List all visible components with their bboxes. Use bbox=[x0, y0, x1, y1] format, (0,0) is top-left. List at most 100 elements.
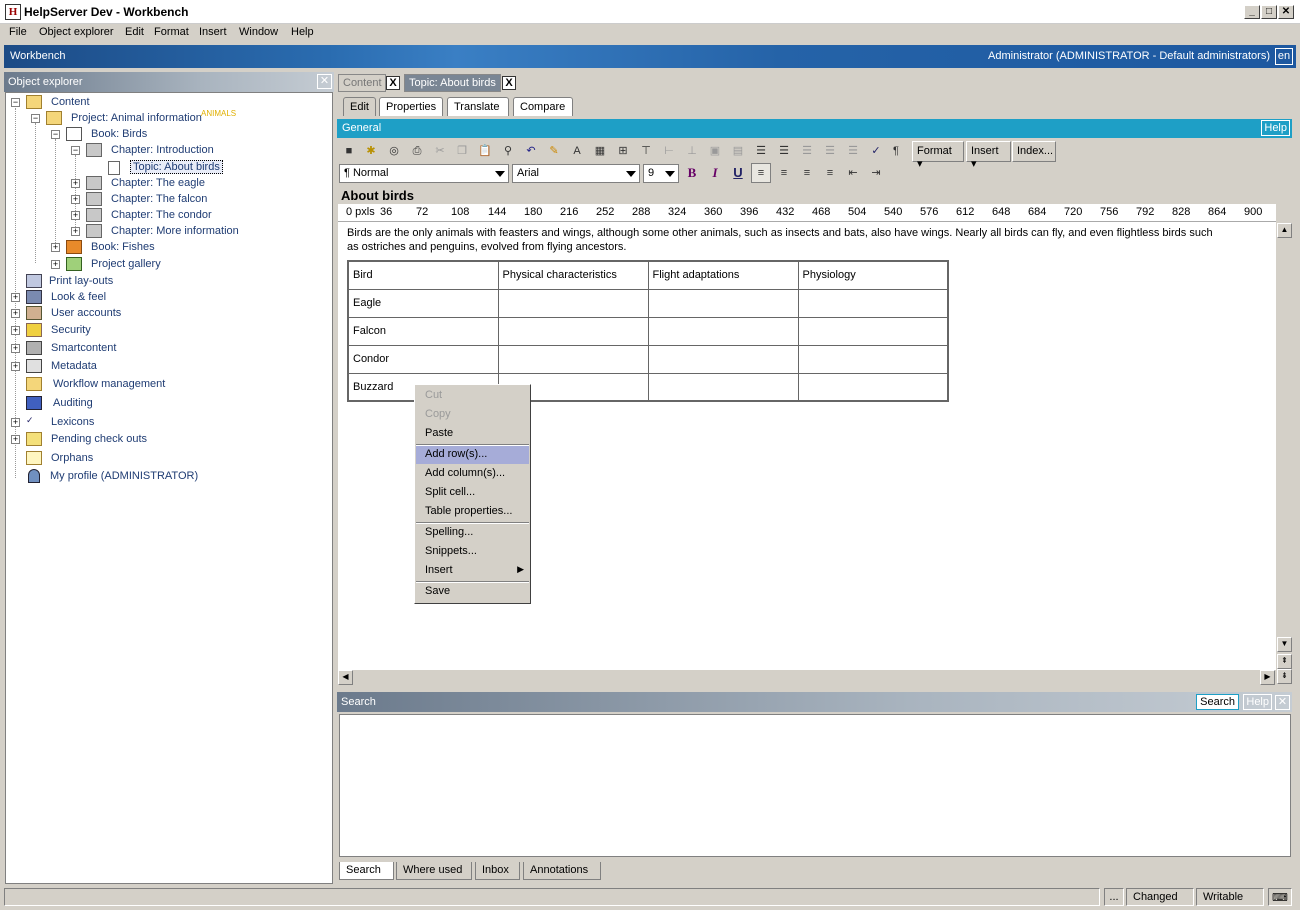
tree-item-topic-about-birds[interactable]: Topic: About birds bbox=[130, 160, 223, 174]
tree-item-chapter-condor[interactable]: Chapter: The condor bbox=[111, 209, 212, 221]
tab-properties[interactable]: Properties bbox=[379, 97, 443, 116]
paste-icon[interactable]: 📋 bbox=[475, 141, 495, 161]
font-size-select[interactable]: 9 bbox=[643, 164, 679, 183]
close-search-icon[interactable]: ✕ bbox=[1275, 695, 1290, 710]
tree-item-auditing[interactable]: Auditing bbox=[53, 397, 93, 409]
cell-props-icon[interactable]: ▣ bbox=[705, 141, 725, 161]
keyboard-icon[interactable]: ⌨ bbox=[1268, 888, 1292, 906]
maximize-button[interactable]: □ bbox=[1261, 5, 1277, 19]
delete-table-icon[interactable]: ▤ bbox=[728, 141, 748, 161]
expand-look-feel-icon[interactable]: + bbox=[11, 293, 20, 302]
close-window-button[interactable]: ✕ bbox=[1278, 5, 1294, 19]
table-cell[interactable] bbox=[797, 372, 949, 402]
table-cell[interactable]: Physiology bbox=[797, 260, 949, 290]
menu-item-copy[interactable]: Copy bbox=[416, 406, 529, 424]
expand-metadata-icon[interactable]: + bbox=[11, 362, 20, 371]
vertical-scrollbar[interactable]: ▲ ▼ ⇞ ⇟ bbox=[1277, 222, 1293, 685]
tab-annotations[interactable]: Annotations bbox=[523, 862, 601, 880]
scroll-page-down-icon[interactable]: ⇟ bbox=[1277, 669, 1292, 684]
menu-item-paste[interactable]: Paste bbox=[416, 425, 529, 443]
spellcheck-toolbar-icon[interactable]: ✓ bbox=[866, 141, 886, 161]
print-icon[interactable]: ⎙ bbox=[407, 141, 427, 161]
tree-item-user-accounts[interactable]: User accounts bbox=[51, 307, 121, 319]
split-cell-icon[interactable]: ⊥ bbox=[682, 141, 702, 161]
menu-object-explorer[interactable]: Object explorer bbox=[39, 26, 114, 38]
outdent-icon[interactable]: ⇤ bbox=[843, 163, 863, 183]
tab-edit[interactable]: Edit bbox=[343, 97, 376, 116]
menu-item-table-properties[interactable]: Table properties... bbox=[416, 503, 529, 521]
tab-content[interactable]: Content bbox=[338, 74, 386, 92]
outdent-list-icon[interactable]: ☰ bbox=[797, 141, 817, 161]
paragraph-style-select[interactable]: ¶ Normal bbox=[339, 164, 509, 183]
find-icon[interactable]: ⚲ bbox=[498, 141, 518, 161]
tree-item-my-profile[interactable]: My profile (ADMINISTRATOR) bbox=[50, 470, 198, 482]
menu-item-cut[interactable]: Cut bbox=[416, 387, 529, 405]
copy-icon[interactable]: ❐ bbox=[452, 141, 472, 161]
tree-item-project-gallery[interactable]: Project gallery bbox=[91, 258, 161, 270]
refresh-icon[interactable]: ✱ bbox=[361, 141, 381, 161]
align-center-icon[interactable]: ≡ bbox=[774, 163, 794, 183]
horizontal-scrollbar[interactable]: ◀ ▶ bbox=[338, 670, 1276, 686]
expand-chapter-more-icon[interactable]: + bbox=[71, 227, 80, 236]
numbered-list-icon[interactable]: ☰ bbox=[751, 141, 771, 161]
search-results-area[interactable] bbox=[339, 714, 1291, 857]
table-cell[interactable]: Flight adaptations bbox=[647, 260, 799, 290]
collapse-content-icon[interactable]: − bbox=[11, 98, 20, 107]
justify-icon[interactable]: ≡ bbox=[820, 163, 840, 183]
table-cell[interactable] bbox=[797, 316, 949, 346]
minimize-button[interactable]: _ bbox=[1244, 5, 1260, 19]
document-paragraph[interactable]: Birds are the only animals with feasters… bbox=[347, 226, 1227, 254]
tree-item-book-fishes[interactable]: Book: Fishes bbox=[91, 241, 155, 253]
table-cell[interactable] bbox=[797, 344, 949, 374]
general-help-button[interactable]: Help bbox=[1261, 120, 1290, 136]
tree-item-workflow-management[interactable]: Workflow management bbox=[53, 378, 165, 390]
bold-button[interactable]: B bbox=[682, 163, 702, 183]
undo-icon[interactable]: ↶ bbox=[521, 141, 541, 161]
menu-item-add-columns[interactable]: Add column(s)... bbox=[416, 465, 529, 483]
table-cell[interactable]: Eagle bbox=[347, 288, 499, 318]
list-props-icon[interactable]: ☰ bbox=[843, 141, 863, 161]
close-topic-tab-icon[interactable]: X bbox=[502, 76, 516, 90]
text-color-icon[interactable]: A bbox=[567, 141, 587, 161]
table-cell[interactable] bbox=[497, 344, 649, 374]
tree-item-chapter-eagle[interactable]: Chapter: The eagle bbox=[111, 177, 205, 189]
tree-item-lexicons[interactable]: Lexicons bbox=[51, 416, 94, 428]
preview-icon[interactable]: ◎ bbox=[384, 141, 404, 161]
tab-topic-about-birds[interactable]: Topic: About birds bbox=[404, 74, 501, 92]
table-cell[interactable]: Physical characteristics bbox=[497, 260, 649, 290]
menu-item-spelling[interactable]: Spelling... bbox=[416, 524, 529, 542]
table-cell[interactable]: Bird bbox=[347, 260, 499, 290]
table-icon[interactable]: ▦ bbox=[590, 141, 610, 161]
table-cell[interactable] bbox=[647, 344, 799, 374]
align-right-icon[interactable]: ≡ bbox=[797, 163, 817, 183]
menu-help[interactable]: Help bbox=[291, 26, 314, 38]
merge-icon[interactable]: ⊢ bbox=[659, 141, 679, 161]
search-button[interactable]: Search bbox=[1196, 694, 1239, 710]
expand-pending-checkouts-icon[interactable]: + bbox=[11, 435, 20, 444]
table-cell[interactable] bbox=[797, 288, 949, 318]
tree-item-print-layouts[interactable]: Print lay-outs bbox=[49, 275, 113, 287]
collapse-project-icon[interactable]: − bbox=[31, 114, 40, 123]
expand-user-accounts-icon[interactable]: + bbox=[11, 309, 20, 318]
tree-item-smartcontent[interactable]: Smartcontent bbox=[51, 342, 116, 354]
tree-item-project[interactable]: Project: Animal information bbox=[71, 112, 202, 124]
table-cell[interactable] bbox=[497, 288, 649, 318]
tree-item-look-feel[interactable]: Look & feel bbox=[51, 291, 106, 303]
menu-item-insert[interactable]: Insert ▶ bbox=[416, 562, 529, 580]
tab-translate[interactable]: Translate bbox=[447, 97, 509, 116]
align-left-icon[interactable]: ≡ bbox=[751, 163, 771, 183]
tab-inbox[interactable]: Inbox bbox=[475, 862, 520, 880]
bullet-list-icon[interactable]: ☰ bbox=[774, 141, 794, 161]
tree-item-metadata[interactable]: Metadata bbox=[51, 360, 97, 372]
tree-item-security[interactable]: Security bbox=[51, 324, 91, 336]
font-select[interactable]: Arial bbox=[512, 164, 640, 183]
indent-list-icon[interactable]: ☰ bbox=[820, 141, 840, 161]
insert-menu-button[interactable]: Insert ▾ bbox=[966, 141, 1011, 170]
menu-edit[interactable]: Edit bbox=[125, 26, 144, 38]
close-explorer-icon[interactable]: ✕ bbox=[317, 74, 332, 89]
cut-icon[interactable]: ✂ bbox=[430, 141, 450, 161]
menu-item-add-rows[interactable]: Add row(s)... bbox=[416, 446, 529, 464]
format-menu-button[interactable]: Format ▾ bbox=[912, 141, 964, 170]
tab-search[interactable]: Search bbox=[339, 862, 394, 880]
expand-smartcontent-icon[interactable]: + bbox=[11, 344, 20, 353]
